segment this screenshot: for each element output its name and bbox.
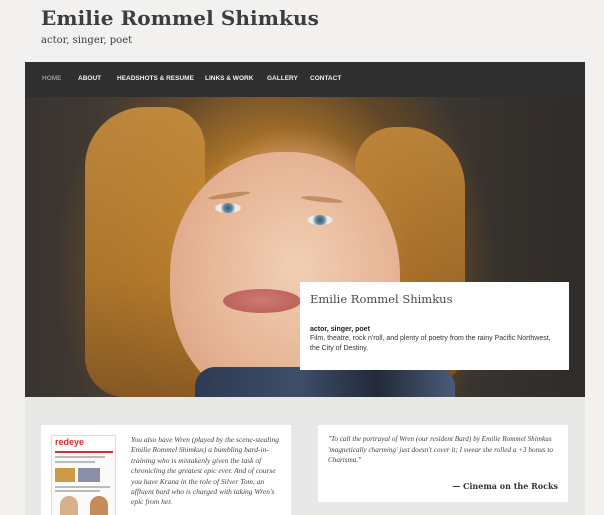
hero-card-title: Emilie Rommel Shimkus	[310, 292, 453, 306]
eye-shape	[215, 203, 241, 213]
nav-item-links-work[interactable]: LINKS & WORK	[205, 75, 253, 82]
jacket-collar-shape	[195, 367, 455, 397]
site-title[interactable]: Emilie Rommel Shimkus	[41, 6, 319, 30]
thumbnail-text-line	[55, 461, 95, 463]
hero-caption-card: Emilie Rommel Shimkus actor, singer, poe…	[300, 282, 569, 370]
main-navigation: HOME ABOUT HEADSHOTS & RESUME LINKS & WO…	[25, 62, 585, 97]
press-widget: redeye You also have Wren (played by the…	[41, 425, 291, 515]
quote-text: "To call the portrayal of Wren (our resi…	[328, 435, 553, 464]
press-excerpt: You also have Wren (played by the scene-…	[131, 435, 279, 507]
quote-widget: "To call the portrayal of Wren (our resi…	[318, 425, 568, 502]
nav-item-about[interactable]: ABOUT	[78, 75, 101, 82]
thumbnail-rule	[55, 451, 113, 453]
site-tagline: actor, singer, poet	[41, 35, 133, 46]
nav-item-home[interactable]: HOME	[42, 75, 62, 82]
thumbnail-text-line	[55, 486, 110, 488]
thumbnail-image	[55, 468, 75, 482]
hero-card-subtitle: actor, singer, poet	[310, 326, 370, 333]
quote-source: — Cinema on the Rocks	[452, 481, 558, 491]
hero-card-description: Film, theatre, rock n'roll, and plenty o…	[310, 335, 551, 352]
lips-shape	[223, 289, 301, 313]
nav-item-contact[interactable]: CONTACT	[310, 75, 341, 82]
eye-shape	[307, 215, 333, 225]
thumbnail-text-line	[55, 490, 100, 492]
thumbnail-image	[78, 468, 100, 482]
press-thumbnail-masthead: redeye	[52, 436, 115, 448]
press-thumbnail[interactable]: redeye	[51, 435, 116, 515]
thumbnail-text-line	[55, 456, 105, 458]
nav-item-gallery[interactable]: GALLERY	[267, 75, 298, 82]
thumbnail-image	[60, 496, 78, 515]
nav-item-headshots-resume[interactable]: HEADSHOTS & RESUME	[117, 75, 194, 82]
thumbnail-image	[90, 496, 108, 515]
